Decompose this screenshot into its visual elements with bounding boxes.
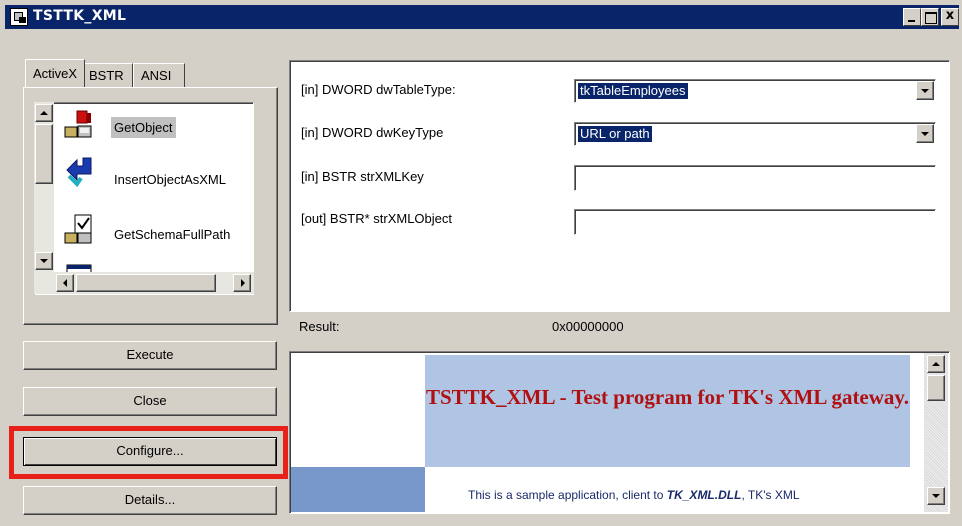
arrow-down-icon [40,259,48,263]
scroll-down-button[interactable] [35,252,53,270]
object-list-hscroll[interactable] [34,272,254,294]
table-type-dropdown-button[interactable] [916,81,934,100]
browser-body-prefix: This is a sample application, client to [468,488,667,502]
tab-bstr-label: BSTR [89,68,124,83]
tab-activex[interactable]: ActiveX [25,59,86,87]
list-item-insertobjectasxml-label: InsertObjectAsXML [114,172,226,187]
arrow-down-icon [932,494,940,498]
browser-left-block [291,467,425,512]
list-item-insertobjectasxml[interactable]: InsertObjectAsXML [59,152,253,196]
hscroll-thumb[interactable] [76,274,216,292]
param-label-table-type: [in] DWORD dwTableType: [301,82,456,97]
xml-key-input[interactable] [574,165,936,191]
arrow-right-icon [241,279,245,287]
browser-header-band [425,355,910,467]
main-window: TSTTK_XML x ActiveX BSTR ANSI GetObject [0,0,962,526]
table-type-value: tkTableEmployees [578,83,688,99]
highlight-box [9,426,288,479]
browser-vscroll[interactable] [924,353,948,512]
key-type-value: URL or path [578,126,652,142]
param-label-key-type: [in] DWORD dwKeyType [301,125,444,140]
browser-body-dll: TK_XML.DLL [666,488,742,502]
arrow-up-icon [40,111,48,115]
param-label-xml-object: [out] BSTR* strXMLObject [301,211,452,226]
browser-body-suffix: , TK's XML [741,488,800,502]
chevron-down-icon [921,132,929,136]
list-item-getschemafullpath-label: GetSchemaFullPath [114,227,231,242]
browser-title: TSTTK_XML - Test program for TK's XML ga… [425,385,910,409]
browser-body-text: This is a sample application, client to … [468,488,800,502]
app-icon[interactable] [10,8,28,26]
list-item-getschemafullpath[interactable]: GetSchemaFullPath [59,207,253,251]
tab-bstr[interactable]: BSTR [81,63,133,87]
tab-ansi[interactable]: ANSI [133,63,185,87]
schema-check-icon [64,214,92,244]
execute-button[interactable]: Execute [23,341,277,370]
object-list-vscroll[interactable] [34,102,54,272]
result-label: Result: [299,319,340,334]
browser-scroll-down-button[interactable] [927,487,945,505]
close-button[interactable]: Close [23,387,277,416]
details-button[interactable]: Details... [23,486,277,515]
list-item-getobject-label: GetObject [111,117,176,138]
title-bar[interactable]: TSTTK_XML x [5,5,959,29]
chevron-down-icon [921,89,929,93]
arrow-up-icon [932,362,940,366]
scroll-up-button[interactable] [35,104,53,122]
param-label-xml-key: [in] BSTR strXMLKey [301,169,424,184]
table-type-combo[interactable]: tkTableEmployees [574,79,936,103]
tab-ansi-label: ANSI [141,68,172,83]
arrow-left-icon [63,279,67,287]
key-type-combo[interactable]: URL or path [574,122,936,146]
minimize-button[interactable] [903,8,921,26]
scroll-left-button[interactable] [56,274,74,292]
list-item-getobject[interactable]: GetObject [59,105,253,149]
browser-scroll-thumb[interactable] [927,375,945,401]
maximize-button[interactable] [921,8,939,26]
xml-object-input[interactable] [574,209,936,235]
tab-activex-label: ActiveX [33,66,78,81]
close-window-button[interactable]: x [941,8,959,26]
object-list[interactable]: GetObject InsertObjectAsXML GetSchemaFul… [34,102,254,295]
scroll-thumb[interactable] [35,124,53,184]
insert-arrow-icon [66,157,92,188]
browser-scroll-up-button[interactable] [927,355,945,373]
result-value: 0x00000000 [552,319,624,334]
getobject-icon [64,110,92,138]
window-title: TSTTK_XML [33,8,127,24]
scroll-right-button[interactable] [233,274,251,292]
key-type-dropdown-button[interactable] [916,124,934,143]
